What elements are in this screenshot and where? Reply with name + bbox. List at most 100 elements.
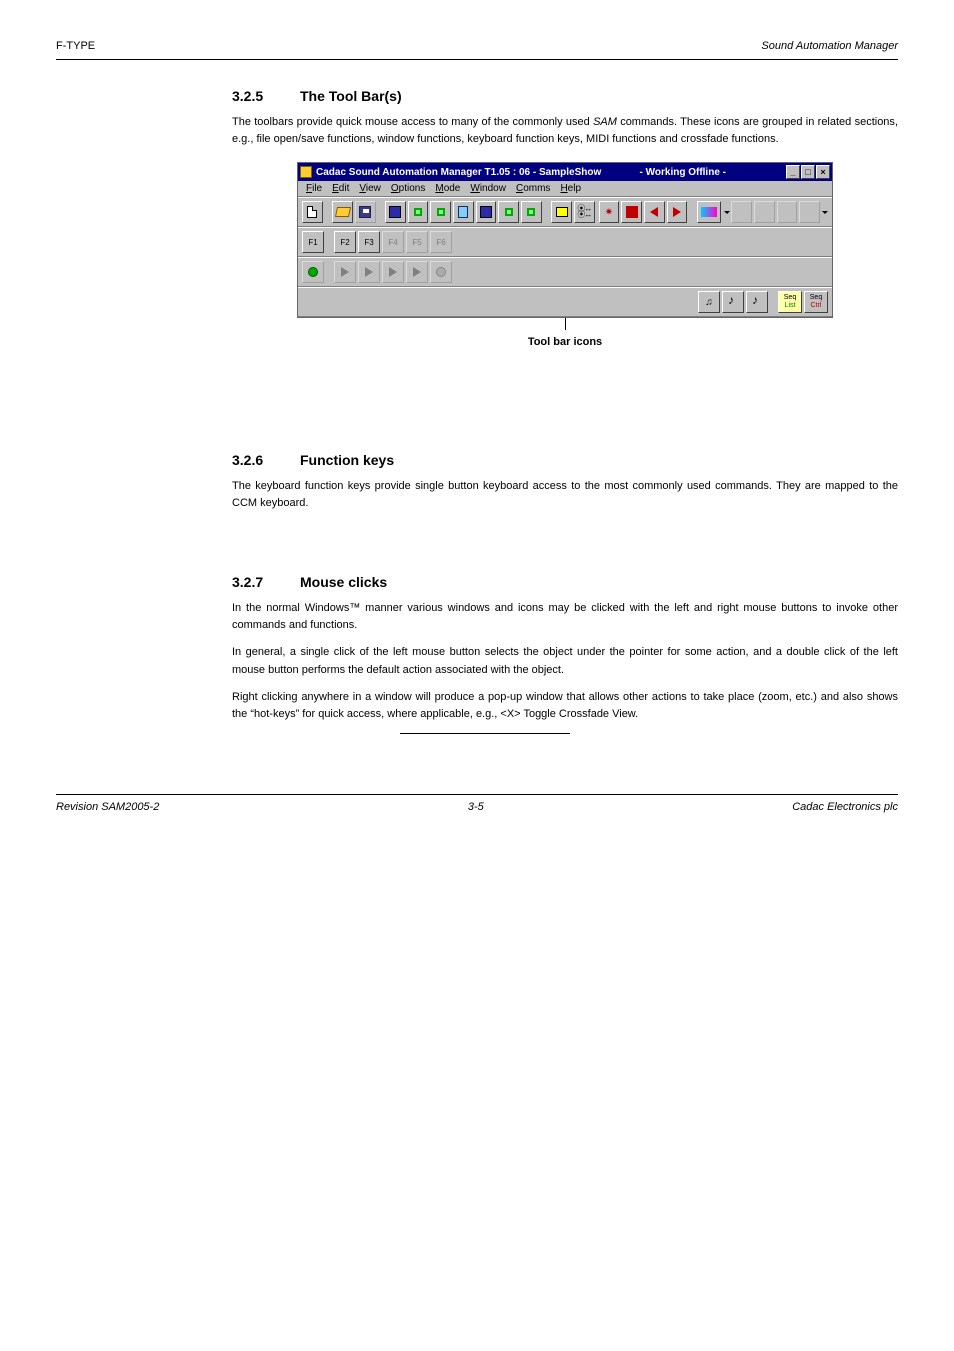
footer-company: Cadac Electronics plc: [792, 801, 898, 813]
menu-mode[interactable]: Mode: [431, 183, 464, 194]
tool-a3[interactable]: [430, 201, 451, 223]
menu-options[interactable]: Options: [387, 183, 429, 194]
seq-ctrl-button[interactable]: SeqCtrl: [804, 291, 828, 313]
paragraph-325-1: The toolbars provide quick mouse access …: [232, 114, 898, 148]
panel5-icon: [527, 208, 535, 216]
tool-link[interactable]: ⦿↔⦿↔: [574, 201, 595, 223]
stop-icon: [626, 206, 638, 218]
paragraph-327-2: In general, a single click of the left m…: [232, 644, 898, 678]
dropdown-icon[interactable]: [724, 211, 730, 214]
figure-caption: Tool bar icons: [232, 336, 898, 348]
fkey-f7[interactable]: [302, 261, 324, 283]
toolbar-row-1: ⦿↔⦿↔ ✷: [298, 197, 832, 227]
step-d-icon: [413, 267, 421, 277]
tool-a4[interactable]: [453, 201, 474, 223]
seq-list-button[interactable]: SeqList: [778, 291, 802, 313]
tool-a1[interactable]: [385, 201, 406, 223]
fkey-f6[interactable]: F6: [430, 231, 452, 253]
crossfade-icon: [701, 207, 717, 217]
tool-b2[interactable]: [621, 201, 642, 223]
menu-bar: File Edit View Options Mode Window Comms…: [298, 181, 832, 197]
fkey-f5[interactable]: F5: [406, 231, 428, 253]
tool-c4[interactable]: [799, 201, 820, 223]
dropdown2-icon[interactable]: [822, 211, 828, 214]
menu-file[interactable]: File: [302, 183, 326, 194]
section-number: 3.2.5: [232, 88, 278, 104]
save-button[interactable]: [355, 201, 376, 223]
tool-c1[interactable]: [731, 201, 752, 223]
paragraph-327-3: Right clicking anywhere in a window will…: [232, 689, 898, 723]
tool-c3[interactable]: [777, 201, 798, 223]
tool-a2[interactable]: [408, 201, 429, 223]
fkey-f8[interactable]: [334, 261, 356, 283]
panel2-icon: [437, 208, 445, 216]
midi-button-3[interactable]: [746, 291, 768, 313]
tool-b4[interactable]: [667, 201, 688, 223]
section-heading-325: 3.2.5 The Tool Bar(s): [232, 88, 898, 104]
burst-icon: ✷: [605, 207, 613, 218]
toolbar-row-3: [298, 257, 832, 287]
header-left: F-TYPE: [56, 40, 95, 53]
fkey-f3[interactable]: F3: [358, 231, 380, 253]
tool-xfade[interactable]: [697, 201, 721, 223]
window-icon: [389, 206, 401, 218]
close-button[interactable]: ×: [816, 165, 830, 179]
app-icon: [300, 166, 312, 178]
tool-a7[interactable]: [521, 201, 542, 223]
fkey-f1[interactable]: F1: [302, 231, 324, 253]
crop-mark: [565, 318, 566, 330]
midi-icon: ♫: [705, 297, 713, 308]
maximize-button[interactable]: □: [801, 165, 815, 179]
menu-view[interactable]: View: [355, 183, 385, 194]
new-button[interactable]: [302, 201, 323, 223]
fkey-f12[interactable]: [430, 261, 452, 283]
minimize-button[interactable]: _: [786, 165, 800, 179]
step-c-icon: [389, 267, 397, 277]
section-number: 3.2.6: [232, 452, 278, 468]
section-number: 3.2.7: [232, 574, 278, 590]
open-button[interactable]: [332, 201, 353, 223]
section-heading-327: 3.2.7 Mouse clicks: [232, 574, 898, 590]
tool-a6[interactable]: [498, 201, 519, 223]
midi-button-2[interactable]: [722, 291, 744, 313]
fkey-f11[interactable]: [406, 261, 428, 283]
fkey-f4[interactable]: F4: [382, 231, 404, 253]
menu-help[interactable]: Help: [556, 183, 585, 194]
panel3-icon: [480, 206, 492, 218]
menu-edit[interactable]: Edit: [328, 183, 353, 194]
fkey-f9[interactable]: [358, 261, 380, 283]
window-title: Cadac Sound Automation Manager T1.05 : 0…: [316, 167, 601, 178]
save-icon: [359, 206, 371, 218]
section-title: Function keys: [300, 452, 394, 468]
fkey-f10[interactable]: [382, 261, 404, 283]
menu-comms[interactable]: Comms: [512, 183, 554, 194]
midi-button-1[interactable]: ♫: [698, 291, 720, 313]
header-rule: [56, 59, 898, 60]
note2-icon: [751, 295, 763, 309]
lock-icon: [556, 207, 568, 217]
toolbar-row-4: ♫ SeqList SeqCtrl: [298, 287, 832, 317]
fkey-f2[interactable]: F2: [334, 231, 356, 253]
panel1-icon: [414, 208, 422, 216]
section-heading-326: 3.2.6 Function keys: [232, 452, 898, 468]
footer-rule: [56, 794, 898, 795]
section-end-rule: [400, 733, 570, 734]
toolbar-screenshot: Cadac Sound Automation Manager T1.05 : 0…: [232, 162, 898, 330]
folder-open-icon: [335, 207, 351, 217]
tool-c2[interactable]: [754, 201, 775, 223]
tool-b3[interactable]: [644, 201, 665, 223]
header-right: Sound Automation Manager: [761, 40, 898, 53]
tool-b1[interactable]: ✷: [599, 201, 620, 223]
tool-a5[interactable]: [476, 201, 497, 223]
play-icon: [308, 267, 318, 277]
forward-icon: [673, 207, 681, 217]
step-a-icon: [341, 267, 349, 277]
toolbar-row-2: F1 F2 F3 F4 F5 F6: [298, 227, 832, 257]
menu-window[interactable]: Window: [466, 183, 510, 194]
record-icon: [436, 267, 446, 277]
document-icon: [307, 206, 317, 218]
faders-icon: [458, 206, 468, 218]
tool-lock[interactable]: [551, 201, 572, 223]
note-icon: [727, 295, 739, 309]
window-status: - Working Offline -: [640, 167, 726, 178]
